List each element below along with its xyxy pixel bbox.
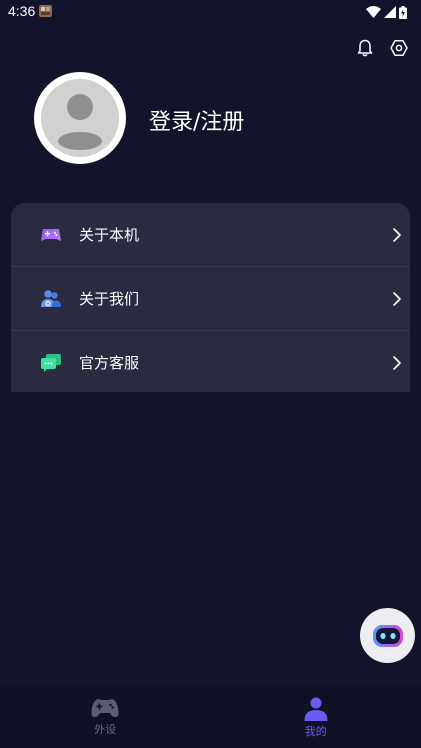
- wifi-icon: [366, 6, 381, 18]
- menu-label: 官方客服: [79, 354, 140, 372]
- robot-icon: [372, 624, 403, 647]
- bottom-tab-bar: 外设 我的: [0, 686, 421, 748]
- menu-item-customer-service[interactable]: 官方客服: [11, 330, 410, 392]
- menu-item-about-us[interactable]: 关于我们: [11, 266, 410, 330]
- tab-peripherals[interactable]: 外设: [0, 686, 211, 748]
- gamepad-icon: [41, 228, 61, 241]
- signal-icon: [384, 6, 396, 18]
- login-register-link[interactable]: 登录/注册: [149, 104, 244, 136]
- status-bar: 4:36: [0, 0, 421, 24]
- menu-item-about-device[interactable]: 关于本机: [11, 203, 410, 266]
- gamepad-icon: [91, 699, 119, 717]
- chevron-right-icon: [393, 355, 401, 370]
- bell-icon[interactable]: [355, 38, 375, 58]
- chat-icon: [41, 353, 61, 372]
- chevron-right-icon: [393, 291, 401, 306]
- avatar[interactable]: [34, 72, 126, 164]
- menu-label: 关于我们: [79, 290, 140, 308]
- default-avatar-icon: [41, 79, 119, 157]
- status-indicators: [366, 4, 407, 20]
- status-time: 4:36: [8, 3, 36, 19]
- chevron-right-icon: [393, 227, 401, 242]
- users-icon: [41, 289, 61, 307]
- menu-label: 关于本机: [79, 226, 140, 244]
- settings-icon[interactable]: [389, 38, 409, 58]
- assistant-float-button[interactable]: [360, 608, 415, 663]
- tab-label: 我的: [304, 725, 327, 738]
- tab-label: 外设: [94, 723, 117, 736]
- tab-mine[interactable]: 我的: [211, 686, 421, 748]
- person-icon: [304, 697, 328, 721]
- app-notification-icon: [39, 5, 52, 17]
- battery-icon: [399, 5, 407, 19]
- menu-card: 关于本机 关于我们 官方客服: [11, 203, 410, 392]
